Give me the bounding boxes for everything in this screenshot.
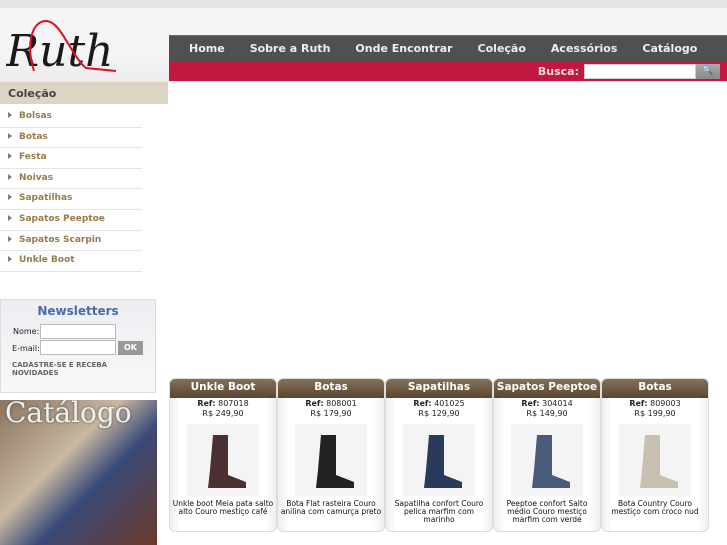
- main-nav: Home Sobre a Ruth Onde Encontrar Coleção…: [169, 35, 727, 61]
- newsletter-box: Newsletters Nome: E-mail: OK CADASTRE-SE…: [0, 299, 156, 393]
- sidebar-item-label: Sapatos Scarpin: [19, 234, 102, 245]
- sidebar-item-festa[interactable]: Festa: [0, 148, 142, 169]
- product-ref: Ref: 807018: [170, 399, 276, 408]
- product-price: R$ 179,90: [310, 409, 352, 418]
- search-icon: 🔍: [702, 66, 714, 76]
- shoe-icon: [640, 435, 678, 488]
- sidebar-item-label: Noivas: [19, 172, 54, 183]
- product-card[interactable]: Unkle Boot Ref: 807018 R$ 249,90 Unkle b…: [169, 378, 277, 532]
- product-card[interactable]: Botas Ref: 809003 R$ 199,90 Bota Country…: [601, 378, 709, 532]
- top-band: [0, 0, 727, 8]
- product-price: R$ 149,90: [526, 409, 568, 418]
- ref-label: Ref:: [629, 399, 648, 408]
- search-button[interactable]: 🔍: [696, 64, 720, 79]
- ok-button[interactable]: OK: [118, 341, 143, 355]
- ruth-logo[interactable]: Ruth: [6, 16, 141, 76]
- sidebar-item-scarpin[interactable]: Sapatos Scarpin: [0, 231, 142, 252]
- ref-value: 808001: [326, 399, 357, 408]
- search-label: Busca:: [537, 65, 579, 78]
- product-image[interactable]: [511, 424, 583, 496]
- product-description: Sapatilha confort Couro pelica marfim co…: [394, 499, 484, 524]
- product-category: Botas: [278, 379, 384, 398]
- product-ref: Ref: 304014: [494, 399, 600, 408]
- shoe-icon: [532, 435, 570, 488]
- sidebar-item-unkle-boot[interactable]: Unkle Boot: [0, 251, 142, 272]
- nav-sobre[interactable]: Sobre a Ruth: [250, 42, 331, 55]
- sidebar-item-label: Unkle Boot: [19, 255, 75, 266]
- email-input[interactable]: [40, 340, 116, 355]
- nav-acessorios[interactable]: Acessórios: [551, 42, 617, 55]
- catalog-banner[interactable]: Catálogo: [0, 400, 157, 545]
- product-card[interactable]: Sapatos Peeptoe Ref: 304014 R$ 149,90 Pe…: [493, 378, 601, 532]
- product-image[interactable]: [619, 424, 691, 496]
- nav-home[interactable]: Home: [189, 42, 225, 55]
- sidebar-item-peeptoe[interactable]: Sapatos Peeptoe: [0, 210, 142, 231]
- product-image[interactable]: [187, 424, 259, 496]
- sidebar-item-label: Sapatilhas: [19, 193, 73, 204]
- product-ref: Ref: 809003: [602, 399, 708, 408]
- sidebar-menu: Bolsas Botas Festa Noivas Sapatilhas Sap…: [0, 107, 142, 272]
- arrow-icon: [8, 256, 12, 263]
- ref-label: Ref:: [305, 399, 324, 408]
- product-card[interactable]: Sapatilhas Ref: 401025 R$ 129,90 Sapatil…: [385, 378, 493, 532]
- newsletter-title: Newsletters: [37, 304, 119, 318]
- ref-label: Ref:: [521, 399, 540, 408]
- product-category: Sapatos Peeptoe: [494, 379, 600, 398]
- nav-colecao[interactable]: Coleção: [478, 42, 526, 55]
- catalog-label: Catálogo: [5, 400, 132, 429]
- product-description: Unkle boot Meia pata salto alto Couro me…: [172, 499, 274, 516]
- shoe-icon: [316, 435, 354, 488]
- ref-value: 401025: [434, 399, 465, 408]
- sidebar-item-botas[interactable]: Botas: [0, 128, 142, 149]
- product-price: R$ 199,90: [634, 409, 676, 418]
- product-image[interactable]: [403, 424, 475, 496]
- sidebar-item-label: Bolsas: [19, 111, 52, 121]
- sidebar-item-sapatilhas[interactable]: Sapatilhas: [0, 189, 142, 210]
- sidebar-title: Coleção: [0, 82, 168, 104]
- product-description: Peeptoe confort Salto médio Couro mestiç…: [506, 499, 588, 524]
- arrow-icon: [8, 153, 12, 160]
- product-description: Bota Country Couro mestiço com croco nud: [611, 499, 699, 516]
- ref-value: 809003: [650, 399, 681, 408]
- product-description: Bota Flat rasteira Couro anilina com cam…: [280, 499, 382, 516]
- sidebar-item-label: Festa: [19, 152, 47, 163]
- name-input[interactable]: [40, 324, 116, 339]
- product-category: Sapatilhas: [386, 379, 492, 398]
- arrow-icon: [8, 214, 12, 221]
- nav-catalogo[interactable]: Catálogo: [642, 42, 697, 55]
- product-image[interactable]: [295, 424, 367, 496]
- newsletter-cta: CADASTRE-SE E RECEBA NOVIDADES: [12, 361, 107, 377]
- ref-label: Ref:: [197, 399, 216, 408]
- product-price: R$ 249,90: [202, 409, 244, 418]
- shoe-icon: [208, 435, 246, 488]
- product-ref: Ref: 808001: [278, 399, 384, 408]
- arrow-icon: [8, 112, 12, 118]
- ref-label: Ref:: [413, 399, 432, 408]
- product-ref: Ref: 401025: [386, 399, 492, 408]
- arrow-icon: [8, 132, 12, 139]
- arrow-icon: [8, 235, 12, 242]
- search-input[interactable]: [584, 64, 696, 79]
- sidebar-item-bolsas[interactable]: Bolsas: [0, 107, 142, 128]
- search-bar: Busca: 🔍: [169, 61, 727, 81]
- shoe-icon: [424, 435, 462, 488]
- sidebar-item-label: Botas: [19, 131, 48, 142]
- ref-value: 304014: [542, 399, 573, 408]
- product-card[interactable]: Botas Ref: 808001 R$ 179,90 Bota Flat ra…: [277, 378, 385, 532]
- arrow-icon: [8, 194, 12, 201]
- sidebar-item-label: Sapatos Peeptoe: [19, 213, 105, 224]
- sidebar-item-noivas[interactable]: Noivas: [0, 169, 142, 190]
- arrow-icon: [8, 173, 12, 180]
- product-category: Unkle Boot: [170, 379, 276, 398]
- product-price: R$ 129,90: [418, 409, 460, 418]
- name-label: Nome:: [13, 327, 40, 336]
- product-category: Botas: [602, 379, 708, 398]
- nav-onde-encontrar[interactable]: Onde Encontrar: [355, 42, 452, 55]
- email-label: E-mail:: [12, 344, 40, 353]
- ref-value: 807018: [218, 399, 249, 408]
